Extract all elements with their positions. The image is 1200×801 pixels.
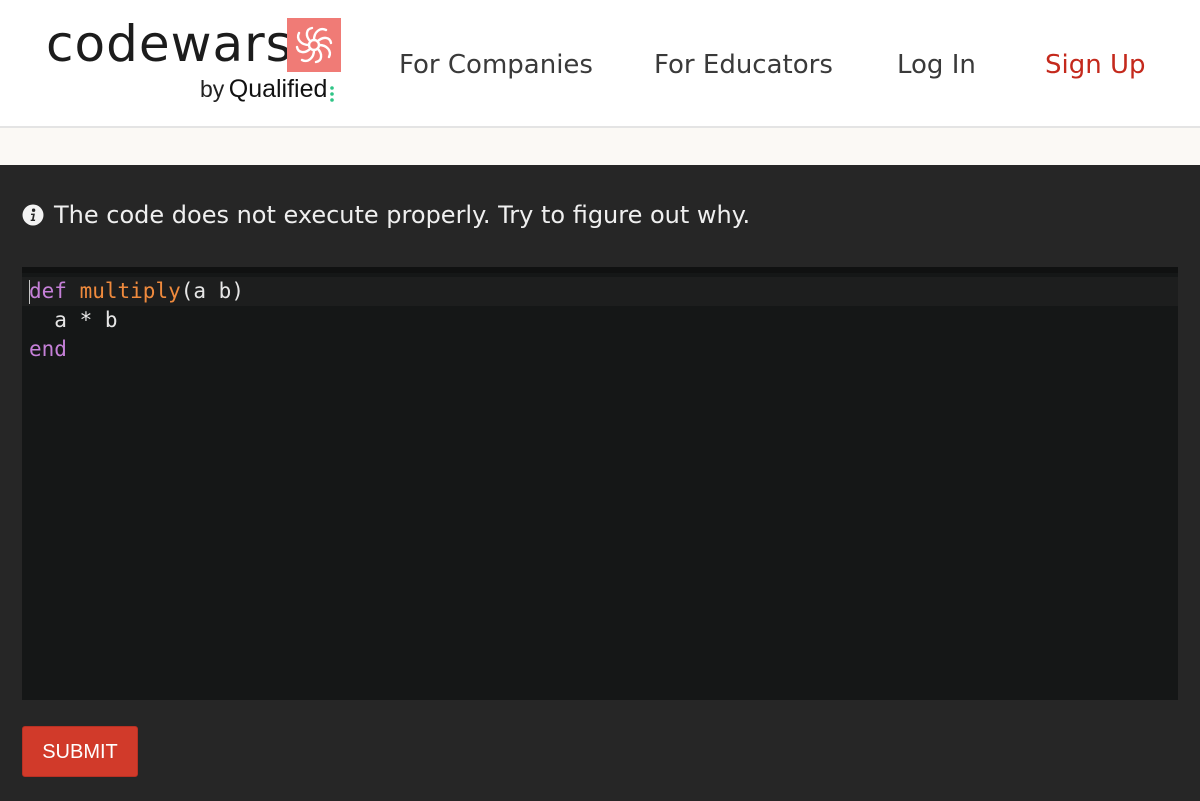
code-line-1[interactable]: def multiply(a b) [22, 277, 1178, 306]
nav-log-in[interactable]: Log In [897, 46, 976, 84]
logo-byline: by Qualified [200, 74, 335, 108]
header-divider-strip [0, 128, 1200, 165]
code-token: a * b [29, 308, 118, 332]
code-line-2[interactable]: a * b [22, 306, 1178, 335]
nav-for-companies[interactable]: For Companies [399, 46, 593, 84]
logo-by-text: by [200, 76, 225, 102]
logo-qualified-text: Qualified [228, 75, 328, 103]
submit-button[interactable]: SUBMIT [22, 726, 138, 777]
info-icon [22, 204, 44, 226]
kata-panel: The code does not execute properly. Try … [0, 165, 1200, 801]
code-token: multiply [79, 279, 181, 303]
top-header: codewars by Qualified For Companies For … [0, 0, 1200, 128]
code-editor[interactable]: def multiply(a b) a * b end [22, 267, 1178, 700]
code-line-3[interactable]: end [22, 335, 1178, 364]
codewars-logo[interactable]: codewars by Qualified [44, 12, 354, 112]
logo-wordmark: codewars [46, 15, 293, 73]
code-token: def [29, 279, 67, 303]
nav-for-educators[interactable]: For Educators [654, 46, 833, 84]
codewars-swirl-icon [287, 18, 341, 72]
qualified-dots-icon [330, 85, 335, 102]
instruction-text: The code does not execute properly. Try … [54, 201, 751, 229]
instruction-notice: The code does not execute properly. Try … [22, 195, 750, 235]
code-token: end [29, 337, 67, 361]
nav-sign-up[interactable]: Sign Up [1045, 46, 1146, 84]
code-token: (a b) [180, 279, 244, 303]
